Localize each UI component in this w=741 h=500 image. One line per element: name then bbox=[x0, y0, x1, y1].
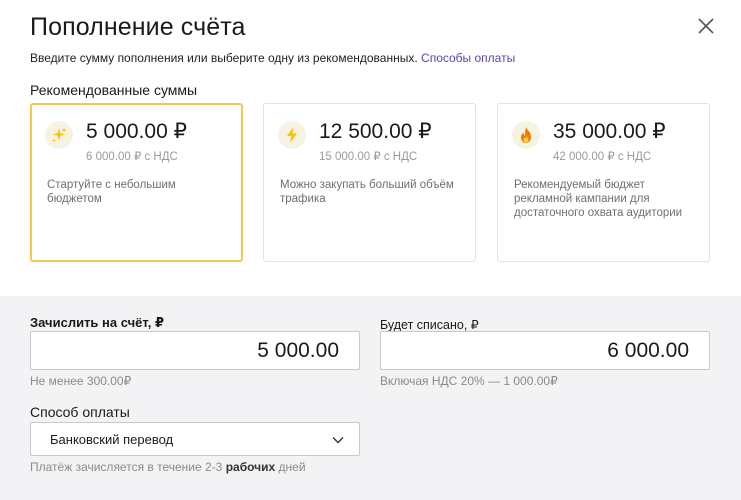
card-vat: 15 000.00 ₽ с НДС bbox=[319, 151, 418, 163]
payment-method-hint: Платёж зачисляется в течение 2-3 рабочих… bbox=[30, 460, 306, 474]
close-icon bbox=[698, 18, 714, 34]
payment-hint-bold: рабочих bbox=[225, 460, 276, 474]
card-description: Рекомендуемый бюджет рекламной кампании … bbox=[514, 179, 683, 219]
debit-amount-hint: Включая НДС 20% — 1 000.00₽ bbox=[380, 374, 558, 388]
payment-method-value: Банковский перевод bbox=[50, 432, 174, 447]
chevron-down-icon bbox=[332, 437, 344, 444]
subtitle-text: Введите сумму пополнения или выберите од… bbox=[30, 51, 418, 65]
card-vat: 6 000.00 ₽ с НДС bbox=[86, 151, 178, 163]
payment-method-label: Способ оплаты bbox=[30, 404, 130, 420]
credit-amount-label: Зачислить на счёт, ₽ bbox=[30, 315, 165, 330]
payment-methods-link[interactable]: Способы оплаты bbox=[421, 51, 515, 65]
card-amount: 35 000.00 ₽ bbox=[553, 120, 666, 143]
recommended-card-3[interactable]: 35 000.00 ₽ 42 000.00 ₽ с НДС Рекомендуе… bbox=[497, 103, 710, 262]
lightning-icon bbox=[278, 121, 306, 149]
credit-amount-hint: Не менее 300.00₽ bbox=[30, 374, 132, 388]
recommended-card-2[interactable]: 12 500.00 ₽ 15 000.00 ₽ с НДС Можно заку… bbox=[263, 103, 476, 262]
recommended-heading: Рекомендованные суммы bbox=[30, 82, 198, 98]
fire-icon bbox=[512, 121, 540, 149]
dialog-title: Пополнение счёта bbox=[30, 13, 246, 41]
card-amount: 5 000.00 ₽ bbox=[86, 120, 187, 143]
dialog-top-section: Пополнение счёта Введите сумму пополнени… bbox=[0, 0, 741, 296]
recommended-card-1[interactable]: 5 000.00 ₽ 6 000.00 ₽ с НДС Стартуйте с … bbox=[30, 103, 243, 262]
debit-amount-label: Будет списано, ₽ bbox=[380, 318, 479, 332]
card-description: Можно закупать больший объём трафика bbox=[280, 179, 454, 205]
credit-amount-input[interactable]: 5 000.00 bbox=[30, 331, 360, 370]
payment-hint-text-end: дней bbox=[278, 460, 306, 474]
close-button[interactable] bbox=[696, 16, 716, 36]
card-vat: 42 000.00 ₽ с НДС bbox=[553, 151, 652, 163]
card-description: Стартуйте с небольшим бюджетом bbox=[47, 179, 176, 205]
top-up-dialog: Пополнение счёта Введите сумму пополнени… bbox=[0, 0, 741, 500]
debit-amount-input[interactable]: 6 000.00 bbox=[380, 331, 710, 370]
sparkles-icon bbox=[45, 121, 73, 149]
payment-method-select[interactable]: Банковский перевод bbox=[30, 422, 360, 456]
card-amount: 12 500.00 ₽ bbox=[319, 120, 432, 143]
dialog-subtitle: Введите сумму пополнения или выберите од… bbox=[30, 51, 515, 65]
payment-hint-text: Платёж зачисляется в течение 2-3 bbox=[30, 460, 223, 474]
